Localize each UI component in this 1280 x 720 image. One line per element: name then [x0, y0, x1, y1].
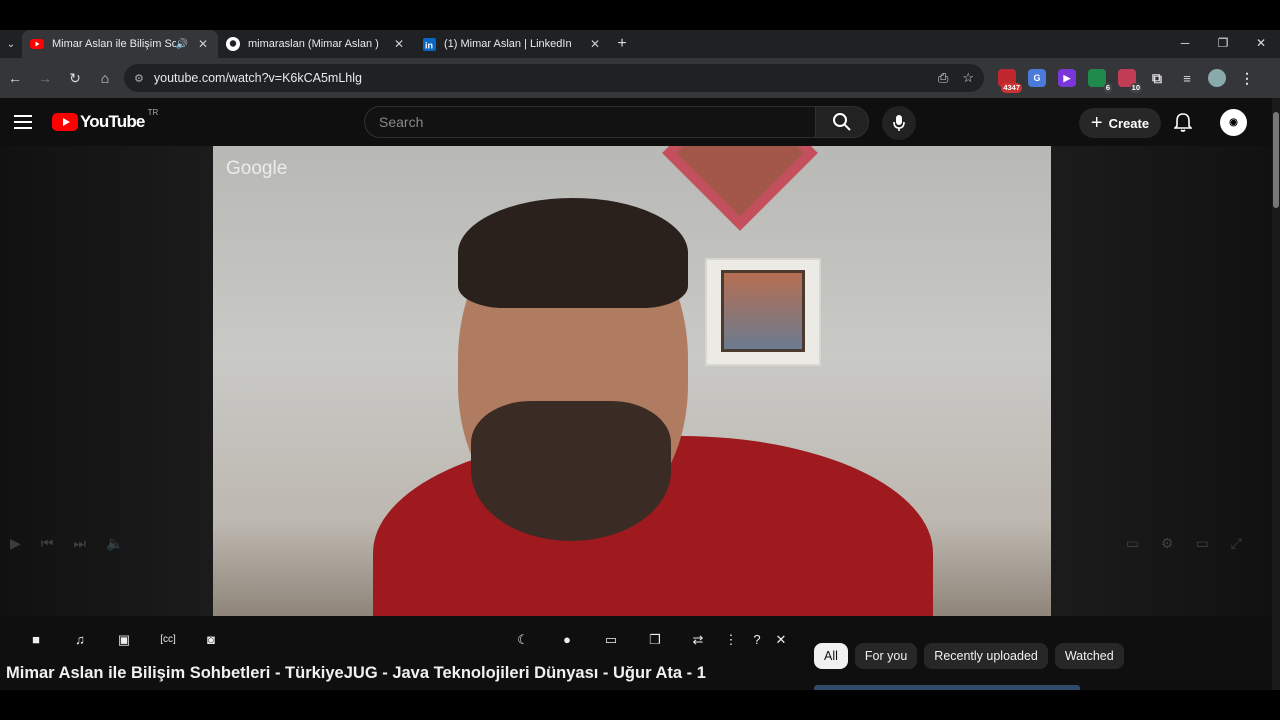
chip-for-you[interactable]: For you	[854, 643, 918, 669]
more-icon[interactable]: ⋮	[721, 632, 741, 648]
lightbulb-icon[interactable]: ●	[557, 632, 577, 647]
create-button[interactable]: + Create	[1079, 108, 1161, 138]
extension-red-icon[interactable]: 4347	[998, 69, 1022, 93]
youtube-page: YouTube TR Search + Create ◉ Google ▶ ⏮ …	[0, 98, 1280, 690]
browser-menu-icon[interactable]: ⋮	[1238, 69, 1256, 87]
puzzle-icon[interactable]: ⧉	[1148, 69, 1166, 87]
play-icon[interactable]: ▶	[10, 535, 21, 552]
captions-icon[interactable]: [cc]	[158, 634, 178, 645]
extensions-area: 4347 G ▶ 6 10 ⧉ ≡ ⋮	[998, 69, 1256, 93]
loop-icon[interactable]: ⇄	[688, 632, 708, 648]
wall-decoration	[662, 146, 818, 231]
picture-in-picture-icon[interactable]: ▭	[601, 632, 621, 648]
tab-close-icon[interactable]: ✕	[196, 37, 210, 51]
minimize-icon[interactable]: ─	[1166, 30, 1204, 58]
browser-toolbar: ← → ↻ ⌂ ⚙ youtube.com/watch?v=K6kCA5mLhl…	[0, 58, 1280, 98]
menu-icon[interactable]	[14, 111, 32, 133]
search-button[interactable]	[815, 106, 869, 138]
create-label: Create	[1108, 115, 1150, 131]
tab-youtube[interactable]: Mimar Aslan ile Bilişim Soht 🔊 ✕	[22, 30, 218, 58]
volume-icon[interactable]: 🔈	[106, 535, 123, 552]
voice-search-button[interactable]	[882, 106, 916, 140]
extension-badge: 10	[1129, 83, 1142, 93]
video-camera-icon[interactable]: ■	[26, 632, 46, 647]
chip-all[interactable]: All	[814, 643, 848, 669]
youtube-icon	[30, 37, 44, 51]
tab-github[interactable]: mimaraslan (Mimar Aslan ) ✕	[218, 30, 414, 58]
previous-icon[interactable]: ⏮	[41, 535, 54, 552]
tab-title: (1) Mimar Aslan | LinkedIn	[444, 38, 572, 50]
microphone-icon	[893, 115, 905, 131]
theater-icon[interactable]: ▭	[1196, 535, 1209, 552]
search-icon	[833, 113, 851, 131]
restore-icon[interactable]: ❐	[1204, 30, 1242, 58]
extension-badge: 4347	[1001, 83, 1022, 93]
tab-title: mimaraslan (Mimar Aslan )	[248, 38, 379, 50]
person-beard	[471, 401, 671, 541]
tab-strip: ⌄ Mimar Aslan ile Bilişim Soht 🔊 ✕ mimar…	[0, 30, 1280, 58]
tab-close-icon[interactable]: ✕	[392, 37, 406, 51]
youtube-play-icon	[52, 113, 78, 131]
youtube-logo[interactable]: YouTube TR	[52, 108, 158, 132]
reload-icon[interactable]: ↻	[60, 70, 90, 87]
media-extension-icon[interactable]: ▶	[1058, 69, 1076, 87]
help-icon[interactable]: ?	[747, 632, 767, 647]
svg-text:in: in	[425, 40, 433, 50]
subtitles-icon[interactable]: ▭	[1126, 535, 1139, 552]
plus-icon: +	[1090, 112, 1103, 134]
account-avatar[interactable]: ◉	[1220, 109, 1247, 136]
player-controls: ▶ ⏮ ⏭ 🔈 ▭ ⚙ ▭ ⤢	[0, 528, 1272, 558]
person-hair	[458, 198, 688, 308]
logo-text: YouTube	[80, 112, 145, 131]
extension-badge: 6	[1103, 83, 1112, 93]
bookmark-star-icon[interactable]: ☆	[962, 70, 974, 86]
camera-icon[interactable]: ◙	[201, 632, 221, 647]
music-note-icon[interactable]: ♫	[70, 632, 90, 647]
notifications-bell-icon[interactable]	[1173, 112, 1193, 137]
new-tab-button[interactable]: +	[610, 35, 634, 53]
site-info-icon[interactable]: ⚙	[134, 72, 144, 85]
copy-icon[interactable]: ❐	[645, 632, 665, 648]
fullscreen-icon[interactable]: ⤢	[1231, 535, 1242, 552]
search-input[interactable]: Search	[364, 106, 816, 138]
profile-avatar[interactable]	[1208, 69, 1226, 87]
translate-icon[interactable]: G	[1028, 69, 1046, 87]
video-extension-bar: ■ ♫ ▣ [cc] ◙ ☾ ● ▭ ❐ ⇄ ⋮ ? ✕	[0, 628, 800, 654]
wall-picture	[705, 258, 821, 366]
image-icon[interactable]: ▣	[114, 632, 134, 648]
settings-icon[interactable]: ⚙	[1161, 535, 1174, 552]
recommended-thumbnail[interactable]	[814, 685, 1080, 690]
speaker-icon[interactable]: 🔊	[176, 39, 188, 50]
extension-green-icon[interactable]: 6	[1088, 69, 1112, 93]
page-scrollbar[interactable]	[1272, 98, 1280, 690]
next-icon[interactable]: ⏭	[73, 535, 86, 552]
tab-linkedin[interactable]: in (1) Mimar Aslan | LinkedIn ✕	[414, 30, 610, 58]
filter-chips: All For you Recently uploaded Watched	[814, 643, 1124, 669]
close-icon[interactable]: ✕	[771, 632, 791, 648]
media-control-icon[interactable]: ≡	[1178, 69, 1196, 87]
install-app-icon[interactable]: ⎙	[938, 70, 948, 86]
video-title: Mimar Aslan ile Bilişim Sohbetleri - Tür…	[6, 664, 706, 682]
home-icon[interactable]: ⌂	[90, 70, 120, 86]
moon-icon[interactable]: ☾	[513, 632, 533, 648]
address-bar[interactable]: ⚙ youtube.com/watch?v=K6kCA5mLhlg ⎙ ☆	[124, 64, 984, 92]
extension-pink-icon[interactable]: 10	[1118, 69, 1142, 93]
forward-icon[interactable]: →	[30, 70, 60, 86]
github-icon	[226, 37, 240, 51]
tab-close-icon[interactable]: ✕	[588, 37, 602, 51]
back-icon[interactable]: ←	[0, 70, 30, 86]
google-watermark: Google	[226, 158, 288, 179]
tab-title: Mimar Aslan ile Bilişim Soht	[52, 38, 176, 50]
chip-watched[interactable]: Watched	[1054, 643, 1124, 669]
window-controls: ─ ❐ ✕	[1166, 30, 1280, 58]
youtube-header: YouTube TR Search + Create ◉	[0, 98, 1272, 146]
browser-window: ⌄ Mimar Aslan ile Bilişim Soht 🔊 ✕ mimar…	[0, 0, 1280, 720]
chip-recently-uploaded[interactable]: Recently uploaded	[924, 643, 1048, 669]
window-close-icon[interactable]: ✕	[1242, 30, 1280, 58]
url-text[interactable]: youtube.com/watch?v=K6kCA5mLhlg	[154, 71, 924, 85]
linkedin-icon: in	[422, 37, 436, 51]
country-code: TR	[147, 108, 159, 117]
tab-search-button[interactable]: ⌄	[0, 33, 22, 55]
